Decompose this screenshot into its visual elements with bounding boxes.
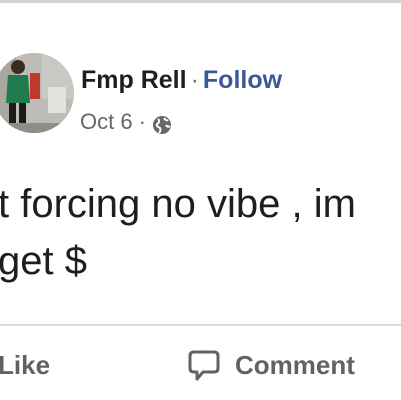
post-date[interactable]: Oct 6 xyxy=(80,107,133,137)
comment-button[interactable]: Comment xyxy=(187,345,355,385)
comment-label: Comment xyxy=(235,349,355,380)
like-label: Like xyxy=(0,349,51,380)
post-card: Fmp Rell · Follow Oct 6 · t forcing no vib… xyxy=(0,0,401,400)
globe-icon xyxy=(152,113,172,134)
avatar[interactable] xyxy=(0,53,74,133)
avatar-photo xyxy=(0,53,74,133)
meta-separator: · xyxy=(138,109,146,134)
like-button[interactable]: Like xyxy=(0,345,50,385)
post-text-line: t forcing no vibe , im xyxy=(0,182,356,226)
author-name[interactable]: Fmp Rell xyxy=(81,66,187,94)
author-separator: · xyxy=(190,66,199,94)
post-body: t forcing no vibe , im get $ xyxy=(0,176,356,290)
author-line: Fmp Rell · Follow xyxy=(81,64,282,96)
follow-button[interactable]: Follow xyxy=(203,66,282,94)
speech-bubble-icon xyxy=(187,348,221,382)
actions-divider xyxy=(0,324,401,326)
top-divider xyxy=(0,0,401,3)
post-text-line: get $ xyxy=(0,239,87,283)
post-meta: Oct 6 · xyxy=(80,107,172,137)
